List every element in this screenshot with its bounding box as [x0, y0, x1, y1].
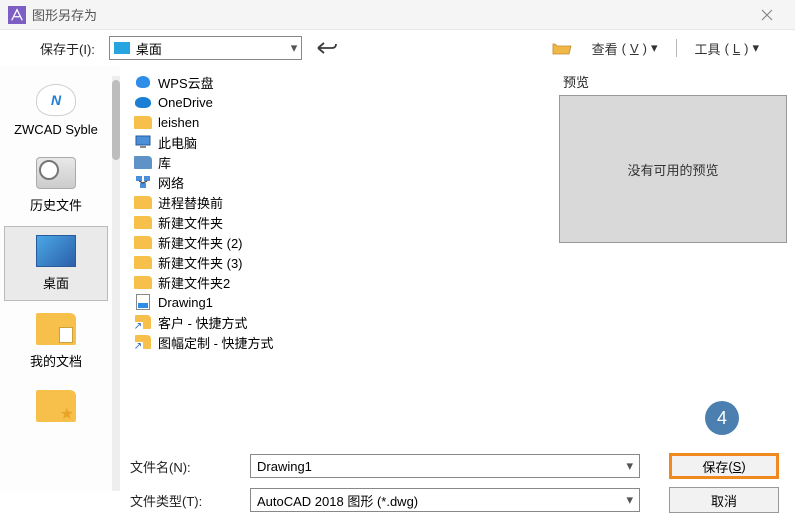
file-list-panel: WPS云盘OneDriveleishen此电脑库网络进程替换前新建文件夹新建文件… — [120, 66, 555, 491]
filename-input[interactable]: Drawing1 ▾ — [250, 454, 640, 478]
wps-cloud-icon — [136, 76, 150, 88]
file-item[interactable]: WPS云盘 — [134, 72, 545, 92]
location-text: 桌面 — [136, 39, 162, 58]
chevron-down-icon: ▾ — [626, 492, 633, 508]
onedrive-icon — [135, 97, 151, 108]
preview-empty-text: 没有可用的预览 — [627, 160, 718, 179]
close-button[interactable] — [747, 0, 787, 30]
folder-icon — [134, 276, 152, 289]
file-list[interactable]: WPS云盘OneDriveleishen此电脑库网络进程替换前新建文件夹新建文件… — [134, 72, 545, 491]
tools-menu[interactable]: 工具(L) ▾ — [689, 36, 765, 60]
network-icon — [135, 175, 151, 189]
fav-icon — [36, 390, 76, 422]
sidebar-item-label: 历史文件 — [4, 195, 108, 214]
file-item[interactable]: 进程替换前 — [134, 192, 545, 212]
chevron-down-icon: ▾ — [651, 40, 658, 56]
chevron-down-icon: ▾ — [752, 40, 759, 56]
cancel-button[interactable]: 取消 — [669, 487, 779, 513]
app-icon — [8, 6, 26, 24]
file-name: 新建文件夹 (2) — [158, 233, 243, 252]
file-item[interactable]: 此电脑 — [134, 132, 545, 152]
annotation-badge-4: 4 — [705, 401, 739, 435]
computer-icon — [135, 135, 151, 149]
file-name: Drawing1 — [158, 295, 213, 310]
location-dropdown[interactable]: 桌面 ▾ — [109, 36, 302, 60]
file-item[interactable]: 新建文件夹2 — [134, 272, 545, 292]
back-button[interactable] — [310, 36, 346, 60]
cloud-icon — [36, 84, 76, 116]
filetype-label: 文件类型(T): — [130, 491, 240, 510]
folder-icon — [134, 256, 152, 269]
desktop-icon — [114, 42, 130, 54]
filetype-dropdown[interactable]: AutoCAD 2018 图形 (*.dwg) ▾ — [250, 488, 640, 512]
file-item[interactable]: 新建文件夹 — [134, 212, 545, 232]
places-sidebar: ZWCAD Syble 历史文件桌面我的文档 — [0, 66, 120, 491]
file-item[interactable]: 新建文件夹 (2) — [134, 232, 545, 252]
sidebar-item-cloud[interactable]: ZWCAD Syble — [4, 76, 108, 145]
dwg-file-icon — [136, 294, 150, 310]
file-name: 新建文件夹 — [158, 213, 223, 232]
save-button[interactable]: 保存(S) — [669, 453, 779, 479]
folder-icon — [134, 216, 152, 229]
chevron-down-icon: ▾ — [291, 40, 298, 56]
sidebar-item-label: 桌面 — [5, 273, 107, 292]
titlebar: 图形另存为 — [0, 0, 795, 30]
sidebar-item-label: 我的文档 — [4, 351, 108, 370]
preview-label: 预览 — [559, 72, 783, 91]
file-name: 新建文件夹 (3) — [158, 253, 243, 272]
file-name: 网络 — [158, 173, 184, 192]
preview-panel: 预览 没有可用的预览 — [555, 66, 795, 491]
preview-box: 没有可用的预览 — [559, 95, 787, 243]
sidebar-item-desktop[interactable]: 桌面 — [4, 226, 108, 301]
sidebar-scrollbar[interactable] — [112, 76, 120, 491]
sidebar-item-label: ZWCAD Syble — [4, 122, 108, 137]
view-menu[interactable]: 查看(V) ▾ — [586, 36, 664, 60]
library-icon — [134, 156, 152, 169]
folder-icon — [134, 116, 152, 129]
main-area: ZWCAD Syble 历史文件桌面我的文档 WPS云盘 OneDrive leish… — [0, 66, 795, 491]
file-item[interactable]: 客户 - 快捷方式 — [134, 312, 545, 332]
file-name: leishen — [158, 115, 199, 130]
filename-label: 文件名(N): — [130, 457, 240, 476]
file-item[interactable]: 网络 — [134, 172, 545, 192]
save-in-label: 保存于(I): — [40, 39, 95, 58]
sidebar-item-fav[interactable] — [4, 382, 108, 436]
file-name: 库 — [158, 153, 171, 172]
file-name: 图幅定制 - 快捷方式 — [158, 333, 274, 352]
file-name: WPS云盘 — [158, 73, 214, 92]
file-name: 新建文件夹2 — [158, 273, 230, 292]
file-item[interactable]: leishen — [134, 112, 545, 132]
docs-icon — [36, 313, 76, 345]
window-title: 图形另存为 — [32, 5, 747, 24]
separator — [676, 39, 677, 57]
chevron-down-icon: ▾ — [626, 458, 633, 474]
folder-icon — [134, 236, 152, 249]
history-icon — [36, 157, 76, 189]
sidebar-item-history[interactable]: 历史文件 — [4, 149, 108, 222]
file-name: 客户 - 快捷方式 — [158, 313, 248, 332]
open-folder-button[interactable] — [546, 36, 578, 60]
sidebar-item-docs[interactable]: 我的文档 — [4, 305, 108, 378]
file-name: 进程替换前 — [158, 193, 223, 212]
file-item[interactable]: Drawing1 — [134, 292, 545, 312]
file-name: OneDrive — [158, 95, 213, 110]
shortcut-icon — [135, 335, 151, 349]
file-name: 此电脑 — [158, 133, 197, 152]
file-item[interactable]: 库 — [134, 152, 545, 172]
desktop-icon — [36, 235, 76, 267]
shortcut-icon — [135, 315, 151, 329]
file-item[interactable]: 新建文件夹 (3) — [134, 252, 545, 272]
folder-icon — [134, 196, 152, 209]
file-item[interactable]: OneDrive — [134, 92, 545, 112]
bottom-form: 文件名(N): Drawing1 ▾ 保存(S) 文件类型(T): AutoCA… — [0, 443, 795, 531]
file-item[interactable]: 图幅定制 - 快捷方式 — [134, 332, 545, 352]
toolbar: 保存于(I): 桌面 ▾ 查看(V) ▾ 工具(L) ▾ — [0, 30, 795, 66]
